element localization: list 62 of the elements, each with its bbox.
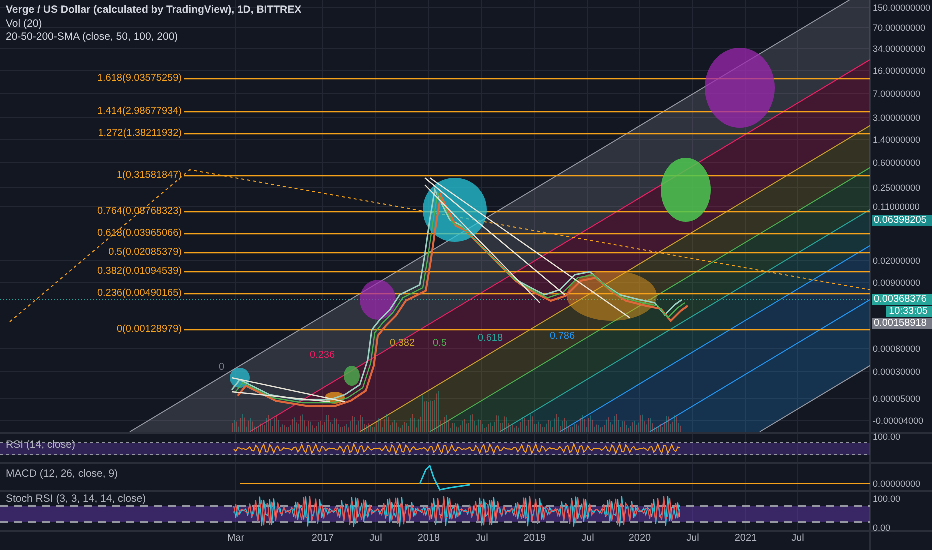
time-axis-label: 2021 (734, 533, 758, 545)
price-axis-label: -0.00004000 (873, 415, 924, 427)
price-axis-label: 0.02000000 (873, 255, 921, 267)
channel-level-label: 0 (219, 362, 225, 374)
price-axis-label: 16.00000000 (873, 65, 926, 77)
fib-level-label: 0.5(0.02085379) (108, 247, 182, 259)
time-axis-label: Jul (476, 533, 488, 545)
fib-level-label: 0.618(0.03965066) (97, 228, 182, 240)
price-axis-label: 0.00080000 (873, 343, 921, 355)
highlight-ellipse (344, 366, 360, 386)
price-badge: 0.00368376 (872, 294, 932, 305)
fib-level-label: 1.618(9.03575259) (97, 73, 182, 85)
price-axis-label: 0.00030000 (873, 366, 921, 378)
indicator-label: RSI (14, close) (6, 439, 76, 451)
fib-level-label: 0.236(0.00490165) (97, 288, 182, 300)
price-axis-label: 7.00000000 (873, 88, 921, 100)
price-axis-label: 34.00000000 (873, 43, 926, 55)
price-axis-label: 100.00 (873, 431, 901, 443)
price-axis-label: 0.60000000 (873, 157, 921, 169)
indicator-label: 20-50-200-SMA (close, 50, 100, 200) (6, 31, 178, 43)
price-badge: 10:33:05 (886, 306, 932, 317)
highlight-ellipse (325, 392, 345, 404)
channel-level-label: 0.236 (310, 350, 336, 362)
indicator-label: Vol (20) (6, 18, 42, 30)
highlight-ellipse (423, 178, 487, 242)
price-axis-label: 3.00000000 (873, 112, 921, 124)
price-badge: 0.06398205 (872, 215, 932, 226)
chart-title: Verge / US Dollar (calculated by TradingView), 1D, BITTREX (6, 4, 302, 16)
price-axis-label: 1.40000000 (873, 134, 921, 146)
time-axis-label: 2019 (524, 533, 546, 545)
price-axis-label: 0.25000000 (873, 182, 921, 194)
price-axis-label: 0.11000000 (873, 201, 920, 213)
fib-level-label: 1.414(2.98677934) (97, 106, 182, 118)
price-axis-label: 0.00 (873, 522, 891, 534)
time-axis-label: Jul (370, 533, 382, 545)
fib-level-label: 0.764(0.08768323) (97, 206, 182, 218)
time-axis-label: Jul (792, 533, 804, 545)
price-axis-label: 0.00900000 (873, 277, 921, 289)
price-axis-label: 70.00000000 (873, 22, 926, 34)
highlight-ellipse (230, 368, 250, 388)
time-axis-label: 2017 (312, 533, 334, 545)
indicator-label: MACD (12, 26, close, 9) (6, 468, 118, 480)
channel-level-label: 0.5 (433, 338, 447, 350)
fib-level-label: 1.272(1.38211932) (98, 128, 182, 140)
price-axis-label: 0.00005000 (873, 393, 921, 405)
time-axis-label: Mar (227, 533, 245, 545)
price-axis-label: 150.00000000 (873, 2, 931, 14)
price-axis-label: 0.00000000 (873, 478, 921, 490)
price-badge: 0.00158918 (872, 318, 932, 329)
highlight-ellipse (661, 158, 711, 222)
indicator-label: Stoch RSI (3, 3, 14, 14, close) (6, 493, 146, 505)
time-axis-label: 2018 (418, 533, 440, 545)
time-axis-label: 2020 (628, 533, 652, 545)
fib-level-label: 0(0.00128979) (116, 324, 182, 336)
fib-level-label: 0.382(0.01094539) (97, 266, 182, 278)
highlight-ellipse (360, 280, 396, 320)
price-axis-label: 100.00 (873, 493, 901, 505)
time-axis-label: Jul (686, 533, 700, 545)
time-axis-label: Jul (582, 533, 594, 545)
fib-level-label: 1(0.31581847) (116, 170, 182, 182)
channel-level-label: 0.618 (478, 333, 504, 345)
channel-level-label: 0.786 (550, 331, 576, 343)
